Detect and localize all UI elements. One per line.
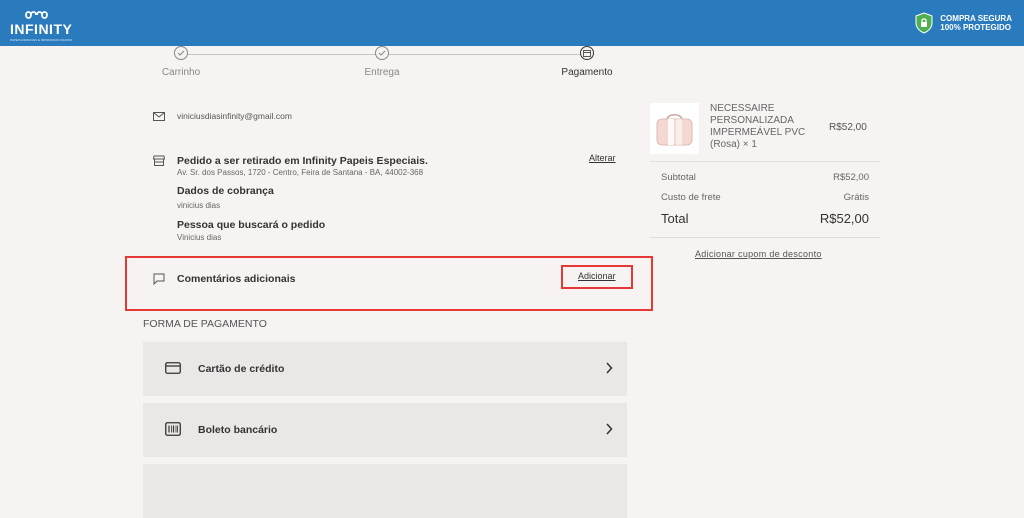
product-name: NECESSAIRE PERSONALIZADA IMPERMEÁVEL PVC… (710, 103, 806, 150)
total-label: Total (661, 211, 689, 226)
subtotal-label: Subtotal (661, 172, 696, 183)
subtotal-row: Subtotal R$52,00 (661, 172, 869, 183)
necessaire-bag-image (656, 114, 693, 146)
payment-option-boleto[interactable]: Boleto bancário (143, 403, 627, 457)
change-pickup-link[interactable]: Alterar (589, 153, 616, 163)
contact-email-row: viniciusdiasinfinity@gmail.com (153, 111, 292, 121)
total-row: Total R$52,00 (661, 211, 869, 226)
mail-icon (153, 111, 165, 121)
comments-label: Comentários adicionais (177, 273, 296, 285)
billing-name: vinicius dias (177, 201, 221, 210)
payment-option-label: Boleto bancário (198, 424, 278, 436)
header-bar: INFINITY PAPEIS ESPECIAIS E IMPRESSOS DI… (0, 0, 1024, 46)
pickup-person-title: Pessoa que buscará o pedido (177, 219, 326, 231)
checkout-steps (174, 46, 594, 60)
step-cart-check-icon[interactable] (174, 46, 188, 60)
logo-subtext: PAPEIS ESPECIAIS E IMPRESSOS DIGITAIS (10, 38, 73, 42)
pickup-person-name: Vinicius dias (177, 233, 222, 242)
payment-section-title: FORMA DE PAGAMENTO (143, 318, 267, 330)
step-payment-card-icon (580, 46, 594, 60)
chevron-right-icon (606, 423, 613, 435)
store-icon (153, 155, 165, 166)
step-delivery-check-icon[interactable] (375, 46, 389, 60)
logo-text: INFINITY (10, 21, 73, 37)
secure-purchase-badge: COMPRA SEGURA 100% PROTEGIDO (914, 12, 1012, 34)
contact-email: viniciusdiasinfinity@gmail.com (177, 111, 292, 121)
billing-title: Dados de cobrança (177, 185, 274, 197)
pickup-address: Av. Sr. dos Passos, 1720 - Centro, Feira… (177, 168, 424, 177)
summary-divider (650, 237, 880, 238)
payment-option-next[interactable] (143, 464, 627, 518)
product-price: R$52,00 (829, 122, 867, 133)
shipping-value: Grátis (843, 192, 869, 203)
comment-icon (153, 273, 165, 285)
pickup-title: Pedido a ser retirado em Infinity Papeis… (177, 155, 428, 167)
barcode-icon (165, 422, 181, 436)
payment-option-label: Cartão de crédito (198, 363, 285, 375)
payment-option-credit-card[interactable]: Cartão de crédito (143, 342, 627, 396)
credit-card-icon (165, 362, 181, 374)
step-label-cart[interactable]: Carrinho (162, 67, 200, 78)
total-value: R$52,00 (819, 211, 869, 226)
summary-divider (650, 161, 880, 162)
shipping-row: Custo de frete Grátis (661, 192, 869, 203)
secure-line-1: COMPRA SEGURA (940, 14, 1012, 23)
secure-line-2: 100% PROTEGIDO (940, 23, 1011, 32)
shipping-label: Custo de frete (661, 192, 721, 203)
subtotal-value: R$52,00 (833, 172, 869, 183)
infinity-logo-icon (25, 11, 48, 19)
add-coupon-link[interactable]: Adicionar cupom de desconto (695, 249, 822, 259)
add-comment-link[interactable]: Adicionar (578, 271, 616, 281)
step-label-delivery[interactable]: Entrega (364, 67, 399, 78)
step-label-payment: Pagamento (561, 67, 613, 78)
product-thumbnail (650, 103, 699, 154)
shield-lock-icon (915, 12, 933, 34)
chevron-right-icon (606, 362, 613, 374)
